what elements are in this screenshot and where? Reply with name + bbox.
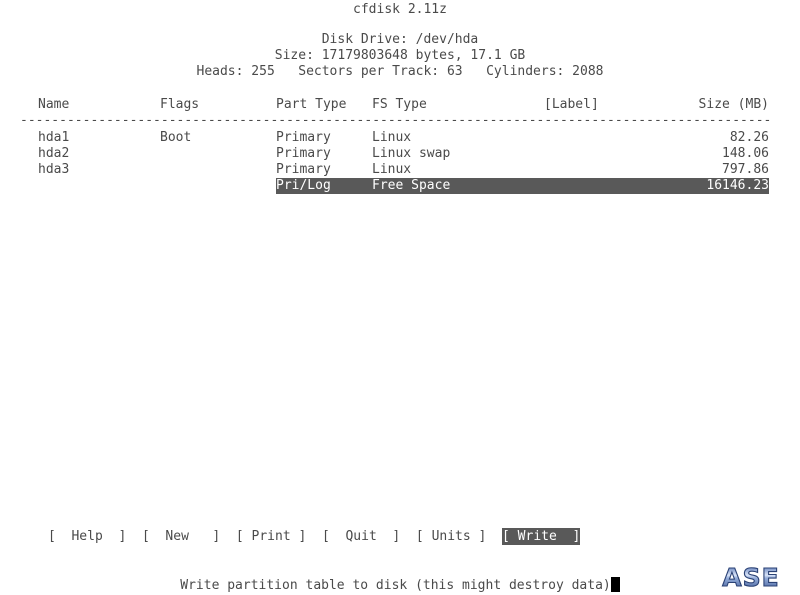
disk-geometry-line: Heads: 255 Sectors per Track: 63 Cylinde… bbox=[196, 64, 604, 79]
menu-separator bbox=[306, 529, 322, 544]
cell-flags: Boot bbox=[160, 130, 192, 145]
cell-fs-type: Free Space bbox=[372, 178, 451, 193]
menu-button-help[interactable]: [ Help ] bbox=[48, 528, 126, 545]
menu-button-write[interactable]: [ Write ] bbox=[502, 528, 581, 545]
menu-button-print[interactable]: [ Print ] bbox=[236, 528, 306, 545]
cfdisk-terminal-screen: cfdisk 2.11z Disk Drive: /dev/hda Size: … bbox=[0, 0, 800, 595]
disk-size-line: Size: 17179803648 bytes, 17.1 GB bbox=[274, 48, 526, 63]
cell-fs-type: Linux bbox=[372, 130, 412, 145]
partition-table: Name Flags Part Type FS Type [Label] Siz… bbox=[0, 97, 800, 113]
column-header-fs-type: FS Type bbox=[372, 97, 427, 112]
column-header-size: Size (MB) bbox=[698, 97, 769, 112]
table-row[interactable]: Pri/Log Free Space 16146.23 bbox=[0, 178, 800, 194]
menu-separator bbox=[400, 529, 416, 544]
ase-watermark-logo: ASE bbox=[708, 562, 794, 593]
cell-name: hda1 bbox=[38, 130, 70, 145]
menu-separator bbox=[486, 529, 502, 544]
menu-separator bbox=[220, 529, 236, 544]
table-row[interactable]: hda1 Boot Primary Linux 82.26 bbox=[0, 130, 800, 146]
column-header-flags: Flags bbox=[160, 97, 200, 112]
svg-text:ASE: ASE bbox=[722, 563, 779, 592]
column-header-name: Name bbox=[38, 97, 70, 112]
table-divider: ----------------------------------------… bbox=[20, 113, 772, 128]
cell-name: hda3 bbox=[38, 162, 70, 177]
cell-size: 16146.23 bbox=[706, 178, 769, 193]
cell-size: 82.26 bbox=[729, 130, 769, 145]
command-menu: [ Help ] [ New ] [ Print ] [ Quit ] [ Un… bbox=[0, 528, 800, 547]
menu-separator bbox=[126, 529, 142, 544]
cell-part-type: Primary bbox=[276, 146, 331, 161]
cell-size: 797.86 bbox=[722, 162, 769, 177]
cell-name: hda2 bbox=[38, 146, 70, 161]
cell-part-type: Pri/Log bbox=[276, 178, 331, 193]
menu-button-quit[interactable]: [ Quit ] bbox=[322, 528, 400, 545]
disk-drive-line: Disk Drive: /dev/hda bbox=[321, 32, 479, 47]
ase-logo-icon: ASE bbox=[722, 562, 780, 592]
table-header-row: Name Flags Part Type FS Type [Label] Siz… bbox=[0, 97, 800, 113]
cell-fs-type: Linux bbox=[372, 162, 412, 177]
table-row[interactable]: hda3 Primary Linux 797.86 bbox=[0, 162, 800, 178]
cell-part-type: Primary bbox=[276, 130, 331, 145]
table-row[interactable]: hda2 Primary Linux swap 148.06 bbox=[0, 146, 800, 162]
terminal-cursor bbox=[610, 577, 620, 592]
status-message: Write partition table to disk (this migh… bbox=[180, 578, 611, 593]
cell-part-type: Primary bbox=[276, 162, 331, 177]
status-line: Write partition table to disk (this migh… bbox=[0, 577, 800, 594]
cell-size: 148.06 bbox=[722, 146, 769, 161]
app-title: cfdisk 2.11z bbox=[353, 2, 447, 17]
column-header-part-type: Part Type bbox=[276, 97, 347, 112]
menu-button-units[interactable]: [ Units ] bbox=[416, 528, 486, 545]
command-menu-items: [ Help ] [ New ] [ Print ] [ Quit ] [ Un… bbox=[48, 528, 581, 545]
menu-button-new[interactable]: [ New ] bbox=[142, 528, 220, 545]
cell-fs-type: Linux swap bbox=[372, 146, 451, 161]
